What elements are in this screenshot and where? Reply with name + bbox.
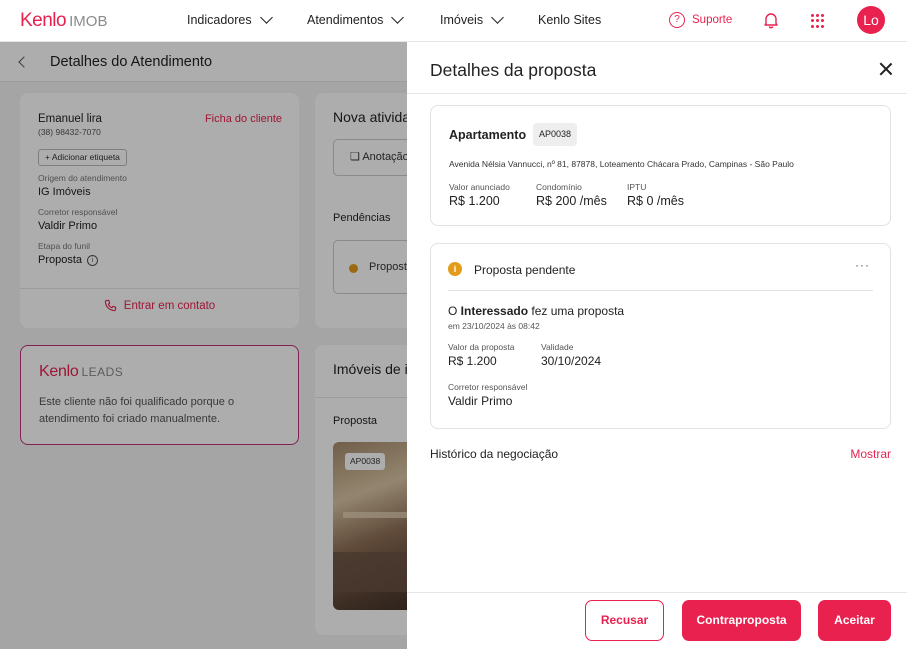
nav-imoveis-label: Imóveis	[440, 13, 484, 27]
condo-fee: Condomínio R$ 200 /mês	[536, 182, 607, 208]
condo-fee-value: R$ 200 /mês	[536, 194, 607, 208]
listed-price-label: Valor anunciado	[449, 182, 510, 192]
pending-info-icon: i	[448, 262, 462, 276]
nav-kenlo-sites-label: Kenlo Sites	[538, 13, 602, 27]
proposal-date: em 23/10/2024 às 08:42	[448, 321, 540, 331]
logo-main-text: Kenlo	[20, 10, 67, 31]
user-avatar[interactable]: Lo	[857, 6, 885, 34]
more-options-icon[interactable]: ···	[855, 258, 870, 272]
proposal-author: Interessado	[460, 304, 529, 318]
listed-price-value: R$ 1.200	[449, 194, 500, 208]
proposal-broker-name: Valdir Primo	[448, 394, 513, 408]
accept-button[interactable]: Aceitar	[818, 600, 891, 641]
divider	[448, 290, 873, 291]
modal-overlay[interactable]	[0, 42, 407, 649]
proposal-value: Valor da proposta R$ 1.200	[448, 342, 514, 368]
negotiation-history-label: Histórico da negociação	[430, 447, 559, 461]
chevron-down-icon	[259, 11, 273, 24]
listed-price: Valor anunciado R$ 1.200	[449, 182, 510, 208]
bell-icon[interactable]	[762, 11, 780, 29]
drawer-title: Detalhes da proposta	[430, 60, 597, 80]
iptu-value: R$ 0 /mês	[627, 194, 684, 208]
proposal-validity: Validade 30/10/2024	[541, 342, 601, 368]
proposal-status: Proposta pendente	[474, 263, 576, 277]
property-type: Apartamento	[449, 128, 527, 142]
property-address: Avenida Nélsia Vannucci, nº 81, 87878, L…	[449, 159, 794, 169]
reject-button[interactable]: Recusar	[585, 600, 664, 641]
show-history-link[interactable]: Mostrar	[850, 447, 891, 461]
counter-proposal-button[interactable]: Contraproposta	[682, 600, 801, 641]
nav-kenlo-sites[interactable]: Kenlo Sites	[538, 13, 601, 27]
nav-atendimentos-label: Atendimentos	[307, 13, 384, 27]
property-code-badge: AP0038	[533, 123, 578, 146]
nav-imoveis[interactable]: Imóveis	[440, 11, 504, 27]
chevron-down-icon	[491, 11, 504, 24]
proposal-text-suffix: fez uma proposta	[528, 304, 625, 318]
support-link[interactable]: ? Suporte	[669, 12, 732, 28]
condo-fee-label: Condomínio	[536, 182, 582, 192]
proposal-validity-label: Validade	[541, 342, 574, 352]
nav-atendimentos[interactable]: Atendimentos	[307, 11, 405, 27]
proposal-broker-label: Corretor responsável	[448, 382, 528, 392]
iptu: IPTU R$ 0 /mês	[627, 182, 684, 208]
proposal-text-prefix: O	[448, 304, 461, 318]
proposal-details-drawer: Detalhes da proposta Apartamento AP0038 …	[407, 42, 907, 649]
proposal-value-amount: R$ 1.200	[448, 354, 497, 368]
iptu-label: IPTU	[627, 182, 647, 192]
proposal-value-label: Valor da proposta	[448, 342, 515, 352]
question-circle-icon: ?	[669, 12, 685, 28]
proposal-card: i Proposta pendente ··· O Interessado fe…	[430, 243, 891, 429]
chevron-down-icon	[391, 11, 405, 24]
top-navigation-bar: Kenlo IMOB Indicadores Atendimentos Imóve…	[0, 0, 907, 42]
property-summary-card: Apartamento AP0038 Avenida Nélsia Vannuc…	[430, 105, 891, 226]
proposal-broker: Corretor responsável Valdir Primo	[448, 382, 527, 408]
divider	[407, 592, 907, 593]
kenlo-imob-logo[interactable]: Kenlo IMOB	[20, 10, 107, 32]
support-label: Suporte	[692, 14, 733, 26]
proposal-validity-date: 30/10/2024	[541, 354, 602, 368]
nav-indicadores[interactable]: Indicadores	[187, 11, 273, 27]
logo-sub-text: IMOB	[69, 13, 108, 30]
apps-grid-icon[interactable]	[811, 14, 825, 28]
nav-indicadores-label: Indicadores	[187, 13, 252, 27]
close-icon[interactable]	[879, 62, 893, 76]
divider	[407, 93, 907, 94]
proposal-description: O Interessado fez uma proposta	[448, 304, 624, 318]
